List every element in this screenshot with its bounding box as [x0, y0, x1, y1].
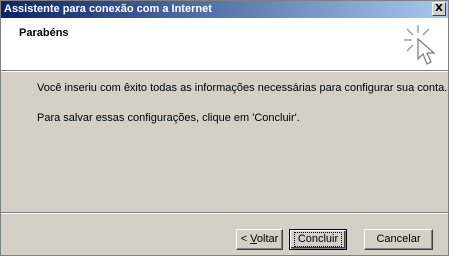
- finish-button[interactable]: Concluir: [289, 229, 347, 250]
- wizard-sparkle-icon: [404, 25, 436, 65]
- title-bar[interactable]: Assistente para conexão com a Internet X: [1, 1, 448, 18]
- back-button-mnemonic: V: [250, 233, 257, 245]
- back-button-label: oltar: [256, 233, 279, 245]
- finish-button-label: Concluir: [293, 232, 343, 247]
- back-button[interactable]: < Voltar: [236, 229, 283, 250]
- instruction-message: Para salvar essas configurações, clique …: [37, 112, 300, 124]
- wizard-window: Assistente para conexão com a Internet X…: [0, 0, 449, 256]
- cancel-button[interactable]: Cancelar: [364, 229, 433, 250]
- close-button[interactable]: X: [432, 2, 446, 16]
- close-icon: X: [435, 3, 443, 14]
- wizard-header: Parabéns: [1, 18, 448, 72]
- cancel-button-label: Cancelar: [376, 233, 421, 245]
- back-button-prefix: <: [240, 233, 251, 245]
- wizard-body: Você inseriu com êxito todas as informaç…: [37, 82, 448, 142]
- footer-divider-highlight: [1, 213, 448, 214]
- page-title: Parabéns: [19, 27, 69, 39]
- success-message: Você inseriu com êxito todas as informaç…: [37, 82, 448, 94]
- window-title: Assistente para conexão com a Internet: [4, 3, 212, 15]
- header-divider: [1, 71, 448, 72]
